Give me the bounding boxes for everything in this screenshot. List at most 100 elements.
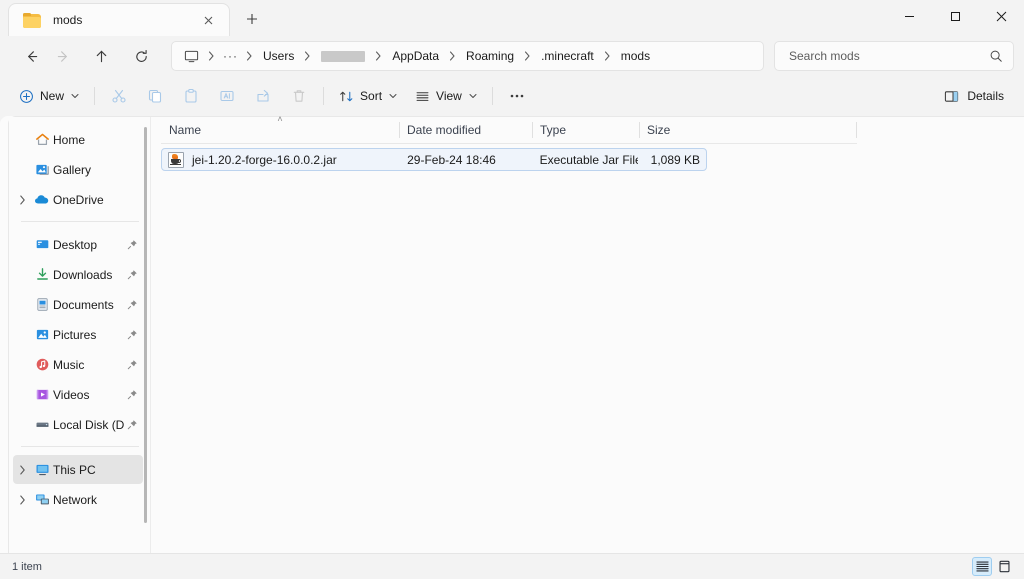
breadcrumb-separator — [601, 51, 614, 61]
pin-icon[interactable] — [125, 389, 139, 400]
gallery-icon — [31, 162, 53, 177]
breadcrumb-separator — [205, 51, 218, 61]
search-icon[interactable] — [989, 49, 1003, 63]
sidebar-item-music[interactable]: Music — [13, 350, 143, 379]
window-controls — [886, 0, 1024, 32]
breadcrumb-item-users[interactable]: Users — [256, 46, 301, 66]
sidebar-item-network[interactable]: Network — [13, 485, 143, 514]
breadcrumb-separator — [446, 51, 459, 61]
up-button[interactable] — [85, 41, 117, 71]
sidebar-item-documents[interactable]: Documents — [13, 290, 143, 319]
sidebar-label: Home — [53, 133, 125, 147]
pin-icon[interactable] — [125, 239, 139, 250]
minimize-icon[interactable] — [886, 0, 932, 32]
breadcrumb-item-minecraft[interactable]: .minecraft — [534, 46, 601, 66]
chevron-right-icon[interactable] — [13, 465, 31, 475]
sidebar-label: Documents — [53, 298, 125, 312]
search-input[interactable] — [789, 49, 989, 63]
sidebar-item-pictures[interactable]: Pictures — [13, 320, 143, 349]
table-row[interactable]: jei-1.20.2-forge-16.0.0.2.jar 29-Feb-24 … — [161, 148, 707, 171]
view-button-label: View — [436, 89, 462, 103]
sidebar-label: Downloads — [53, 268, 125, 282]
new-button[interactable]: New — [10, 81, 88, 111]
sidebar-label: Pictures — [53, 328, 125, 342]
sidebar-divider — [21, 221, 139, 222]
sort-button[interactable]: Sort — [330, 81, 406, 111]
sidebar-item-gallery[interactable]: Gallery — [13, 155, 143, 184]
address-bar-row: ··· Users AppData Roaming .minecraft — [0, 36, 1024, 76]
pin-icon[interactable] — [125, 269, 139, 280]
new-tab-button[interactable] — [236, 4, 268, 34]
pane-view-button[interactable] — [994, 557, 1014, 576]
details-view-button[interactable] — [972, 557, 992, 576]
chevron-down-icon — [469, 92, 477, 101]
this-pc-icon — [31, 462, 53, 477]
breadcrumb-item-appdata[interactable]: AppData — [385, 46, 446, 66]
pin-icon[interactable] — [125, 419, 139, 430]
breadcrumb-item-roaming[interactable]: Roaming — [459, 46, 521, 66]
sidebar-item-this-pc[interactable]: This PC — [13, 455, 143, 484]
more-options-button[interactable] — [499, 81, 535, 111]
refresh-button[interactable] — [125, 41, 157, 71]
sidebar-item-onedrive[interactable]: OneDrive — [13, 185, 143, 214]
sidebar-item-desktop[interactable]: Desktop — [13, 230, 143, 259]
sidebar-label: This PC — [53, 463, 125, 477]
sidebar-label: OneDrive — [53, 193, 125, 207]
folder-icon — [23, 13, 41, 28]
breadcrumb-overflow[interactable]: ··· — [218, 46, 243, 66]
copy-button[interactable] — [137, 81, 173, 111]
jar-file-icon — [168, 152, 184, 168]
breadcrumb-item-mods[interactable]: mods — [614, 46, 657, 66]
cut-button[interactable] — [101, 81, 137, 111]
file-size-cell: 1,089 KB — [638, 153, 706, 167]
view-button[interactable]: View — [406, 81, 486, 111]
chevron-right-icon[interactable] — [13, 195, 31, 205]
close-icon[interactable] — [978, 0, 1024, 32]
column-header-type[interactable]: Type — [532, 117, 639, 143]
sidebar-item-local-disk[interactable]: Local Disk (D: — [13, 410, 143, 439]
breadcrumb[interactable]: ··· Users AppData Roaming .minecraft — [171, 41, 764, 71]
column-headers: ˄ Name Date modified Type Size — [151, 117, 1024, 143]
back-button[interactable] — [15, 41, 47, 71]
sidebar-item-videos[interactable]: Videos — [13, 380, 143, 409]
file-explorer-window: mods — [0, 0, 1024, 579]
details-button-label: Details — [967, 89, 1004, 103]
sidebar-scrollbar-thumb[interactable] — [144, 127, 147, 523]
sidebar-item-home[interactable]: Home — [13, 125, 143, 154]
sidebar-label: Videos — [53, 388, 125, 402]
tab-label: mods — [53, 13, 195, 27]
rename-button[interactable] — [209, 81, 245, 111]
search-box[interactable] — [774, 41, 1014, 71]
column-header-date-modified[interactable]: Date modified — [399, 117, 532, 143]
tab-mods[interactable]: mods — [8, 3, 230, 36]
view-toggle-group — [972, 557, 1014, 576]
explorer-body: Home Gallery — [0, 116, 1024, 553]
file-type-cell: Executable Jar File — [532, 153, 639, 167]
column-header-size[interactable]: Size — [639, 117, 709, 143]
paste-button[interactable] — [173, 81, 209, 111]
chevron-down-icon — [389, 92, 397, 101]
breadcrumb-item-username-redacted[interactable] — [321, 51, 365, 62]
details-pane-button[interactable]: Details — [934, 81, 1014, 111]
chevron-right-icon[interactable] — [13, 495, 31, 505]
column-header-name[interactable]: Name — [161, 117, 399, 143]
command-bar: New Sort — [0, 76, 1024, 116]
pin-icon[interactable] — [125, 359, 139, 370]
downloads-icon — [31, 267, 53, 282]
tab-close-icon[interactable] — [195, 8, 221, 32]
sidebar-item-downloads[interactable]: Downloads — [13, 260, 143, 289]
status-bar: 1 item — [0, 553, 1024, 579]
sidebar-label: Music — [53, 358, 125, 372]
pin-icon[interactable] — [125, 299, 139, 310]
share-button[interactable] — [245, 81, 281, 111]
this-pc-icon[interactable] — [180, 49, 205, 64]
delete-button[interactable] — [281, 81, 317, 111]
sidebar-label: Network — [53, 493, 125, 507]
onedrive-cloud-icon — [31, 192, 53, 207]
sidebar-scrollbar[interactable] — [143, 123, 149, 547]
file-rows: jei-1.20.2-forge-16.0.0.2.jar 29-Feb-24 … — [151, 144, 1024, 171]
pictures-icon — [31, 327, 53, 342]
pin-icon[interactable] — [125, 329, 139, 340]
sidebar-divider — [21, 446, 139, 447]
maximize-icon[interactable] — [932, 0, 978, 32]
